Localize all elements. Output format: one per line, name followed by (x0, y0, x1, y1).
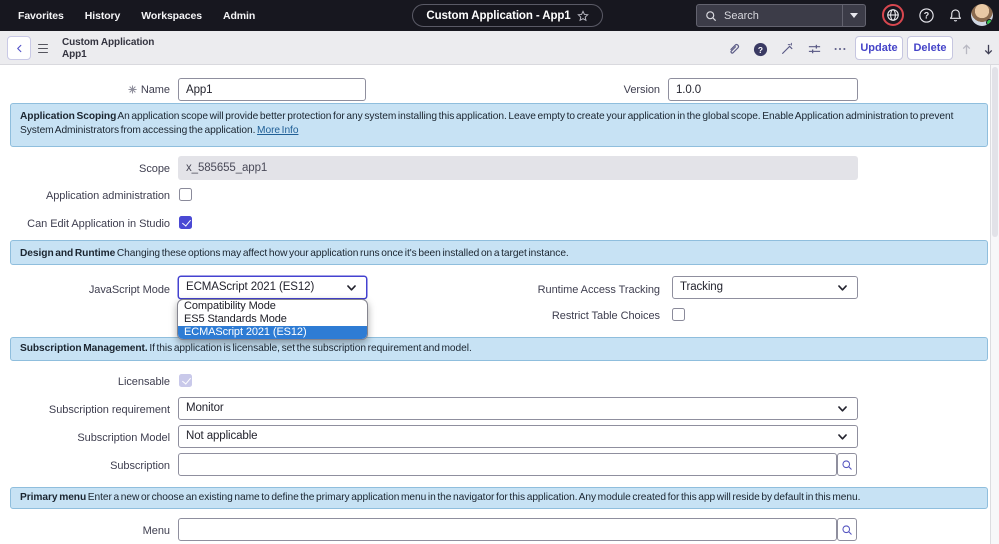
runtime-access-tracking-label: Runtime Access Tracking (537, 284, 660, 296)
chevron-down-icon (347, 284, 356, 291)
javascript-mode-select[interactable]: ECMAScript 2021 (ES12) (178, 276, 367, 299)
more-info-link[interactable]: More Info (257, 125, 298, 136)
application-scoping-note-title: Application Scoping (20, 111, 117, 122)
help-button[interactable]: ? (915, 4, 938, 27)
scrollbar[interactable] (990, 65, 999, 544)
attachment-button[interactable] (725, 40, 743, 58)
can-edit-studio-label: Can Edit Application in Studio (27, 218, 170, 230)
option-ecmascript-2021[interactable]: ECMAScript 2021 (ES12) (178, 326, 367, 339)
context-menu-button[interactable] (38, 44, 48, 53)
menu-lookup-button[interactable] (837, 518, 857, 541)
search-icon (842, 459, 852, 470)
more-actions-button[interactable] (831, 40, 849, 58)
nav-history[interactable]: History (85, 10, 121, 22)
search-scope-dropdown[interactable] (842, 5, 865, 26)
option-es5-standards-mode[interactable]: ES5 Standards Mode (178, 313, 367, 326)
scope-value: x_585655_app1 (178, 156, 858, 180)
nav-admin[interactable]: Admin (223, 10, 255, 22)
personalize-button[interactable] (778, 40, 796, 58)
subscription-label: Subscription (110, 460, 170, 472)
subscription-requirement-select[interactable]: Monitor (178, 397, 858, 420)
subscription-model-select[interactable]: Not applicable (178, 425, 858, 448)
subscription-model-label: Subscription Model (77, 432, 170, 444)
bell-icon (949, 9, 962, 22)
top-header: Favorites History Workspaces Admin Custo… (0, 0, 999, 31)
scope-label: Scope (139, 163, 170, 175)
globe-icon (887, 9, 899, 21)
scroll-up-button[interactable] (957, 40, 975, 58)
ellipsis-icon (834, 47, 846, 51)
licensable-label: Licensable (117, 376, 170, 388)
chevron-left-icon (16, 44, 21, 52)
subscription-lookup-button[interactable] (837, 453, 857, 476)
scrollbar-thumb[interactable] (992, 67, 998, 237)
application-administration-checkbox[interactable] (179, 188, 192, 201)
delete-button[interactable]: Delete (907, 36, 953, 60)
subscription-management-note-title: Subscription Management. (20, 343, 148, 354)
form-settings-button[interactable] (805, 40, 823, 58)
option-compatibility-mode[interactable]: Compatibility Mode (178, 300, 367, 313)
restrict-table-choices-label: Restrict Table Choices (551, 310, 660, 322)
licensable-checkbox (179, 374, 192, 387)
contextual-help-button[interactable]: ? (751, 40, 769, 58)
menu-input[interactable] (178, 518, 837, 541)
current-app-pill[interactable]: Custom Application - App1 (412, 4, 603, 27)
global-search[interactable]: Search (696, 4, 866, 27)
subscription-input[interactable] (178, 453, 837, 476)
required-asterisk-icon (128, 85, 137, 94)
help-icon: ? (919, 8, 934, 23)
wand-icon (782, 42, 793, 54)
primary-menu-note: Primary menu Enter a new or choose an ex… (10, 487, 988, 509)
current-app-label: Custom Application - App1 (426, 9, 571, 22)
main-nav: Favorites History Workspaces Admin (18, 0, 255, 31)
chevron-down-icon (838, 284, 847, 291)
application-window: Favorites History Workspaces Admin Custo… (0, 0, 999, 544)
record-title-line2: App1 (62, 48, 87, 60)
record-title-line1: Custom Application (62, 37, 155, 48)
can-edit-studio-checkbox[interactable] (179, 216, 192, 229)
form-toolbar: Custom Application App1 ? Update Delete (0, 31, 999, 65)
notifications-button[interactable] (944, 4, 967, 27)
javascript-mode-dropdown: Compatibility Mode ES5 Standards Mode EC… (177, 299, 368, 340)
update-button[interactable]: Update (855, 36, 903, 60)
design-runtime-note: Design and Runtime Changing these option… (10, 240, 988, 265)
restrict-table-choices-checkbox[interactable] (672, 308, 685, 321)
caret-down-icon (850, 13, 858, 18)
design-runtime-note-title: Design and Runtime (20, 248, 116, 259)
version-label: Version (623, 84, 660, 96)
svg-text:?: ? (757, 44, 762, 54)
runtime-access-tracking-select[interactable]: Tracking (672, 276, 858, 299)
name-label: Name (0, 83, 170, 97)
back-button[interactable] (7, 36, 31, 60)
version-input[interactable] (668, 78, 858, 101)
svg-text:?: ? (924, 11, 929, 21)
chevron-down-icon (838, 433, 847, 440)
menu-label: Menu (142, 525, 170, 537)
search-placeholder: Search (724, 9, 759, 22)
javascript-mode-label: JavaScript Mode (88, 284, 170, 296)
scroll-down-button[interactable] (979, 40, 997, 58)
nav-favorites[interactable]: Favorites (18, 10, 64, 22)
presence-indicator (986, 19, 993, 26)
search-icon (842, 524, 852, 535)
arrow-down-icon (984, 44, 992, 55)
favorite-star-icon[interactable] (576, 9, 589, 22)
name-input[interactable] (178, 78, 366, 101)
paperclip-icon (730, 44, 740, 54)
sliders-icon (808, 44, 820, 53)
chevron-down-icon (838, 405, 847, 412)
instance-globe-button[interactable] (882, 4, 904, 26)
subscription-management-note: Subscription Management. If this applica… (10, 337, 988, 361)
nav-workspaces[interactable]: Workspaces (141, 10, 202, 22)
subscription-requirement-label: Subscription requirement (48, 404, 170, 416)
application-scoping-note: Application Scoping An application scope… (10, 103, 988, 147)
search-icon (706, 10, 717, 21)
help-filled-icon: ? (753, 42, 767, 56)
user-avatar[interactable] (971, 4, 993, 26)
record-title: Custom Application App1 (62, 37, 154, 60)
primary-menu-note-title: Primary menu (20, 492, 87, 503)
arrow-up-icon (962, 43, 970, 54)
application-administration-label: Application administration (45, 190, 170, 202)
